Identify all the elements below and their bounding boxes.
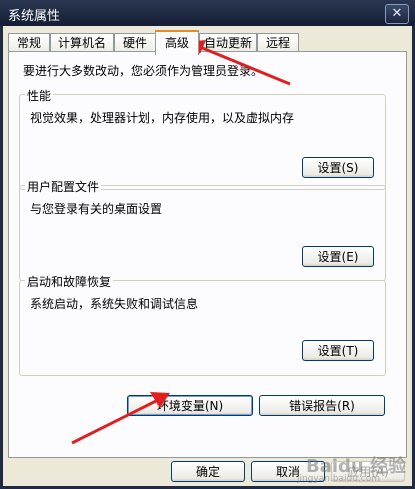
annotation-arrow-advanced-tab — [186, 40, 291, 86]
system-properties-window: 系统属性 ✕ 常规 计算机名 硬件 高级 自动更新 远程 要进行大多数改动，您必… — [0, 0, 415, 489]
annotation-arrow-env-vars — [71, 392, 170, 445]
tab-advanced[interactable]: 高级 — [155, 30, 199, 55]
annotation-arrows — [71, 40, 291, 445]
